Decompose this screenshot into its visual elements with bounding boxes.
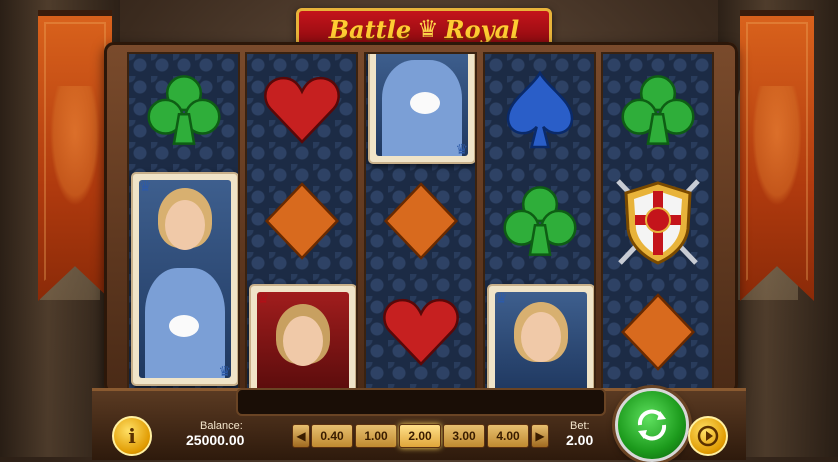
queen-portrait bbox=[495, 292, 587, 388]
bet-option-3-00[interactable]: 3.00 bbox=[443, 424, 485, 448]
diamond-symbol bbox=[603, 276, 712, 387]
queen-rabbit-card: ♛ bbox=[368, 54, 475, 164]
queen-blue-card: ♛ bbox=[487, 284, 594, 388]
autoplay-icon bbox=[697, 425, 719, 447]
reel-3: ♛ bbox=[364, 52, 477, 390]
heart-icon bbox=[382, 298, 459, 366]
bet-decrease-button[interactable]: ◀ bbox=[292, 424, 310, 448]
title-word-royal: Royal bbox=[444, 14, 520, 44]
bet-label: Bet: bbox=[570, 420, 590, 432]
bet-option-4-00[interactable]: 4.00 bbox=[487, 424, 529, 448]
club-symbol bbox=[129, 54, 238, 165]
club-icon bbox=[146, 74, 221, 145]
bet-option-0-40[interactable]: 0.40 bbox=[311, 424, 353, 448]
reel-5 bbox=[601, 52, 714, 390]
info-button[interactable]: i bbox=[112, 416, 152, 456]
queen-portrait bbox=[257, 292, 349, 388]
spin-button[interactable] bbox=[615, 388, 689, 462]
face bbox=[283, 316, 323, 366]
bet-option-1-00[interactable]: 1.00 bbox=[355, 424, 397, 448]
white-rabbit-icon bbox=[410, 92, 440, 114]
diamond-icon bbox=[264, 181, 339, 260]
balance-value: 25000.00 bbox=[186, 432, 245, 448]
club-symbol bbox=[485, 165, 594, 276]
right-lion-banner bbox=[740, 10, 814, 301]
bet-option-2-00[interactable]: 2.00 bbox=[399, 424, 441, 448]
heart-symbol bbox=[247, 54, 356, 165]
queen-portrait bbox=[376, 54, 468, 156]
club-symbol bbox=[603, 54, 712, 165]
reel-1: ♛ ♛ bbox=[127, 52, 240, 390]
queen-portrait bbox=[139, 180, 231, 378]
diamond-symbol bbox=[247, 165, 356, 276]
title-word-battle: Battle bbox=[328, 14, 412, 44]
info-icon: i bbox=[128, 424, 136, 448]
bet-increase-button[interactable]: ▶ bbox=[531, 424, 549, 448]
autoplay-button[interactable] bbox=[688, 416, 728, 456]
reel-4: ♛ bbox=[483, 52, 596, 390]
queen-red-card: ♛ bbox=[249, 284, 356, 388]
face bbox=[165, 200, 205, 250]
heart-symbol bbox=[366, 276, 475, 387]
club-icon bbox=[502, 185, 577, 256]
crown-icon: ♛ bbox=[495, 290, 508, 306]
bet-value: 2.00 bbox=[566, 432, 594, 448]
crown-icon: ♛ bbox=[257, 290, 270, 306]
diamond-icon bbox=[620, 292, 695, 371]
diamond-symbol bbox=[366, 165, 475, 276]
heart-icon bbox=[263, 76, 340, 144]
balance-label: Balance: bbox=[200, 420, 243, 432]
club-icon bbox=[620, 74, 695, 145]
white-rabbit-icon bbox=[169, 315, 199, 337]
win-display bbox=[236, 388, 606, 416]
crown-icon: ♛ bbox=[218, 363, 231, 379]
spin-arrows-icon bbox=[637, 409, 667, 441]
shield-wild-symbol bbox=[603, 165, 712, 276]
shield-with-swords-icon bbox=[615, 178, 700, 265]
face bbox=[521, 312, 561, 362]
queen-rabbit-card: ♛ ♛ bbox=[131, 172, 238, 386]
reel-2: ♛ bbox=[245, 52, 358, 390]
crown-icon: ♛ bbox=[139, 178, 152, 194]
spade-icon bbox=[506, 69, 573, 148]
spade-symbol bbox=[485, 54, 594, 165]
diamond-icon bbox=[383, 181, 458, 260]
lion-emblem-icon bbox=[752, 86, 802, 206]
crown-icon: ♛ bbox=[455, 141, 468, 157]
crown-icon: ♛ bbox=[417, 15, 439, 43]
lion-emblem-icon bbox=[50, 86, 100, 206]
left-lion-banner bbox=[38, 10, 112, 301]
